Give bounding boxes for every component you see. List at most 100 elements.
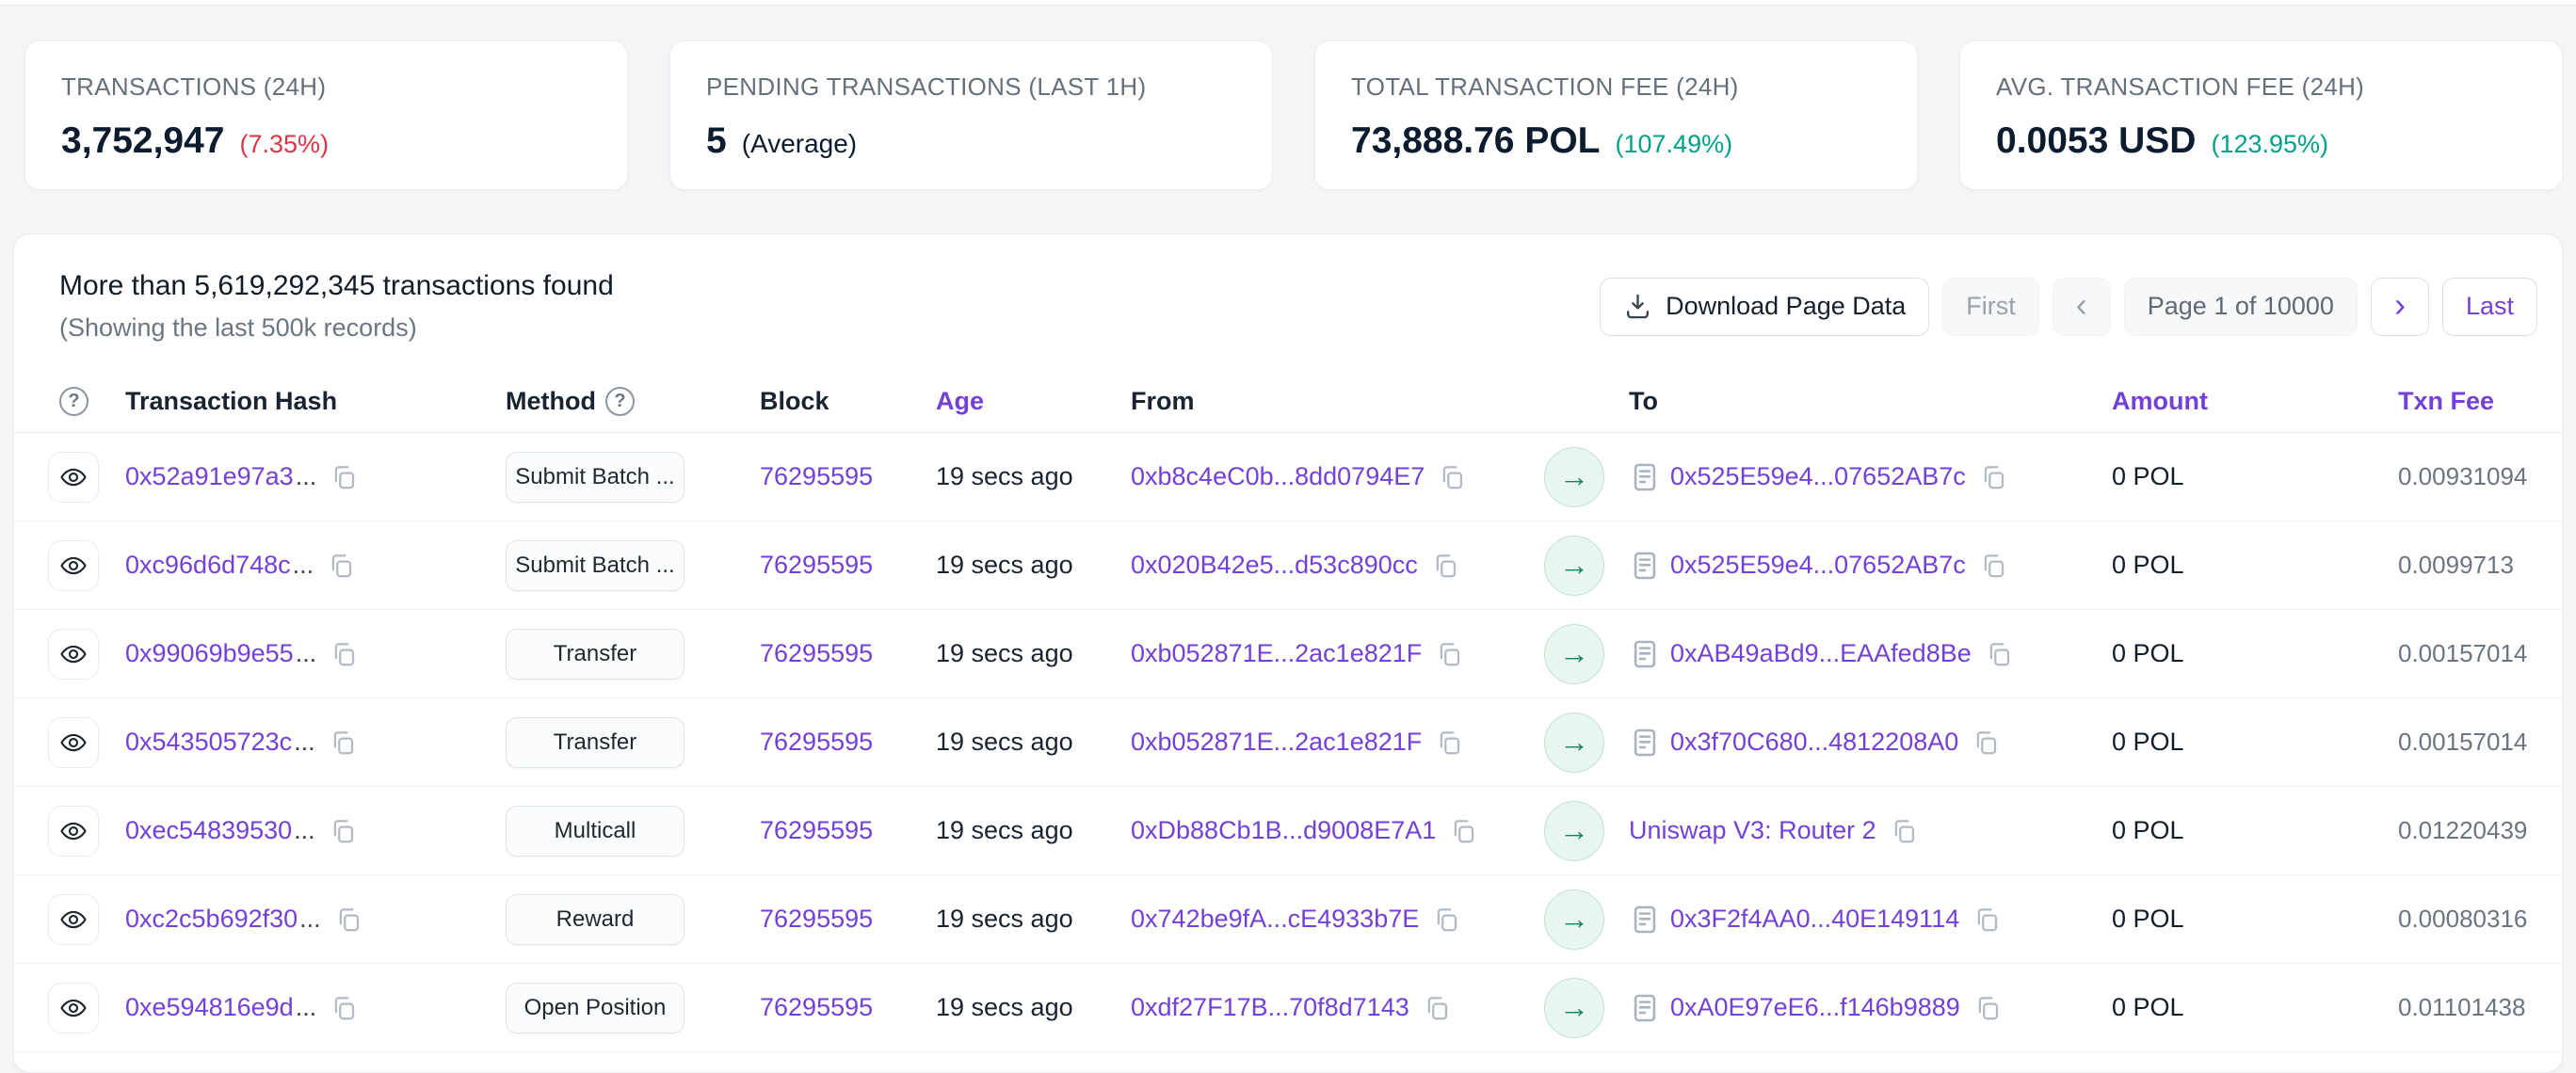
column-amount-sort[interactable]: Amount: [2112, 387, 2398, 416]
copy-icon: [1435, 729, 1463, 757]
from-address-link[interactable]: 0xb052871E...2ac1e821F: [1131, 728, 1422, 757]
chevron-right-icon: ›: [2394, 288, 2406, 322]
copy-to-address-button[interactable]: [1985, 640, 2013, 668]
transaction-row: 0xe594816e9d... Open Position 76295595 1…: [14, 964, 2562, 1052]
transaction-hash-link[interactable]: 0xec54839530: [125, 816, 292, 845]
copy-to-address-button[interactable]: [1979, 463, 2007, 491]
pagination-prev-button[interactable]: ‹: [2053, 278, 2111, 336]
transaction-hash-link[interactable]: 0xe594816e9d: [125, 993, 294, 1022]
copy-transaction-hash-button[interactable]: [330, 463, 358, 491]
copy-transaction-hash-button[interactable]: [330, 640, 358, 668]
copy-icon: [327, 552, 355, 580]
method-badge[interactable]: Submit Batch ...: [506, 540, 684, 591]
download-page-data-button[interactable]: Download Page Data: [1600, 278, 1929, 336]
stat-label: AVG. TRANSACTION FEE (24H): [1996, 72, 2526, 102]
pagination-next-button[interactable]: ›: [2371, 278, 2429, 336]
copy-from-address-button[interactable]: [1431, 552, 1459, 580]
transaction-hash-link[interactable]: 0x52a91e97a3: [125, 462, 294, 491]
preview-transaction-button[interactable]: [48, 717, 99, 768]
copy-from-address-button[interactable]: [1435, 640, 1463, 668]
copy-to-address-button[interactable]: [1972, 729, 2000, 757]
copy-to-address-button[interactable]: [1973, 994, 2002, 1022]
copy-from-address-button[interactable]: [1432, 905, 1460, 934]
column-to: To: [1629, 387, 2112, 416]
hash-ellipsis: ...: [293, 551, 314, 580]
pagination-page-indicator: Page 1 of 10000: [2124, 278, 2358, 336]
pagination-first-button[interactable]: First: [1942, 278, 2038, 336]
from-address-link[interactable]: 0xdf27F17B...70f8d7143: [1131, 993, 1409, 1022]
transaction-hash-link[interactable]: 0xc2c5b692f30: [125, 905, 298, 934]
block-link[interactable]: 76295595: [760, 905, 873, 934]
age-cell: 19 secs ago: [936, 816, 1131, 845]
help-icon[interactable]: ?: [605, 387, 635, 416]
to-address-link[interactable]: 0xAB49aBd9...EAAfed8Be: [1670, 639, 1972, 668]
from-address-link[interactable]: 0xDb88Cb1B...d9008E7A1: [1131, 816, 1436, 845]
to-address-link[interactable]: Uniswap V3: Router 2: [1629, 816, 1876, 845]
preview-transaction-button[interactable]: [48, 452, 99, 503]
copy-from-address-button[interactable]: [1449, 817, 1477, 845]
age-cell: 19 secs ago: [936, 728, 1131, 757]
copy-icon: [330, 640, 358, 668]
preview-transaction-button[interactable]: [48, 894, 99, 945]
preview-cell: [48, 717, 125, 768]
copy-to-address-button[interactable]: [1890, 817, 1918, 845]
preview-transaction-button[interactable]: [48, 806, 99, 857]
copy-transaction-hash-button[interactable]: [329, 729, 357, 757]
copy-from-address-button[interactable]: [1438, 463, 1466, 491]
arrow-right-icon: →: [1544, 713, 1604, 773]
from-address-link[interactable]: 0xb8c4eC0b...8dd0794E7: [1131, 462, 1425, 491]
to-address-link[interactable]: 0xA0E97eE6...f146b9889: [1670, 993, 1960, 1022]
to-address-link[interactable]: 0x3f70C680...4812208A0: [1670, 728, 1958, 757]
pagination-last-button[interactable]: Last: [2442, 278, 2537, 336]
stat-card-transactions: TRANSACTIONS (24H) 3,752,947 (7.35%): [24, 40, 628, 190]
direction-cell: →: [1544, 713, 1629, 773]
block-link[interactable]: 76295595: [760, 728, 873, 757]
method-badge[interactable]: Transfer: [506, 717, 684, 768]
copy-transaction-hash-button[interactable]: [330, 994, 358, 1022]
block-link[interactable]: 76295595: [760, 551, 873, 580]
method-cell: Open Position: [506, 983, 760, 1033]
copy-icon: [1431, 552, 1459, 580]
from-address-link[interactable]: 0xb052871E...2ac1e821F: [1131, 639, 1422, 668]
transaction-row: 0x52a91e97a3... Submit Batch ... 7629559…: [14, 433, 2562, 521]
help-icon[interactable]: ?: [59, 387, 89, 416]
method-badge[interactable]: Open Position: [506, 983, 684, 1033]
method-badge[interactable]: Reward: [506, 894, 684, 945]
from-cell: 0x742be9fA...cE4933b7E: [1131, 905, 1544, 934]
column-from: From: [1131, 387, 1544, 416]
method-cell: Submit Batch ...: [506, 452, 760, 503]
block-link[interactable]: 76295595: [760, 462, 873, 491]
copy-to-address-button[interactable]: [1972, 905, 2001, 934]
method-badge[interactable]: Transfer: [506, 629, 684, 680]
transaction-hash-link[interactable]: 0x543505723c: [125, 728, 292, 757]
to-cell: 0xA0E97eE6...f146b9889: [1629, 992, 2112, 1024]
method-badge[interactable]: Multicall: [506, 806, 684, 857]
copy-transaction-hash-button[interactable]: [334, 905, 362, 934]
from-address-link[interactable]: 0x020B42e5...d53c890cc: [1131, 551, 1418, 580]
preview-transaction-button[interactable]: [48, 629, 99, 680]
block-link[interactable]: 76295595: [760, 639, 873, 668]
direction-cell: →: [1544, 624, 1629, 684]
transaction-hash-link[interactable]: 0x99069b9e55: [125, 639, 294, 668]
copy-from-address-button[interactable]: [1423, 994, 1451, 1022]
transaction-hash-cell: 0x52a91e97a3...: [125, 462, 506, 491]
method-badge[interactable]: Submit Batch ...: [506, 452, 684, 503]
copy-from-address-button[interactable]: [1435, 729, 1463, 757]
copy-to-address-button[interactable]: [1979, 552, 2007, 580]
column-txn-fee-sort[interactable]: Txn Fee: [2398, 387, 2537, 416]
block-link[interactable]: 76295595: [760, 993, 873, 1022]
block-cell: 76295595: [760, 728, 936, 757]
copy-transaction-hash-button[interactable]: [329, 817, 357, 845]
contract-icon: [1629, 550, 1661, 582]
copy-transaction-hash-button[interactable]: [327, 552, 355, 580]
from-address-link[interactable]: 0x742be9fA...cE4933b7E: [1131, 905, 1419, 934]
to-address-link[interactable]: 0x525E59e4...07652AB7c: [1670, 551, 1966, 580]
column-age-sort[interactable]: Age: [936, 387, 1131, 416]
to-address-link[interactable]: 0x525E59e4...07652AB7c: [1670, 462, 1966, 491]
transaction-hash-link[interactable]: 0xc96d6d748c: [125, 551, 291, 580]
preview-transaction-button[interactable]: [48, 983, 99, 1033]
to-address-link[interactable]: 0x3F2f4AA0...40E149114: [1670, 905, 1959, 934]
age-cell: 19 secs ago: [936, 551, 1131, 580]
preview-transaction-button[interactable]: [48, 540, 99, 591]
block-link[interactable]: 76295595: [760, 816, 873, 845]
